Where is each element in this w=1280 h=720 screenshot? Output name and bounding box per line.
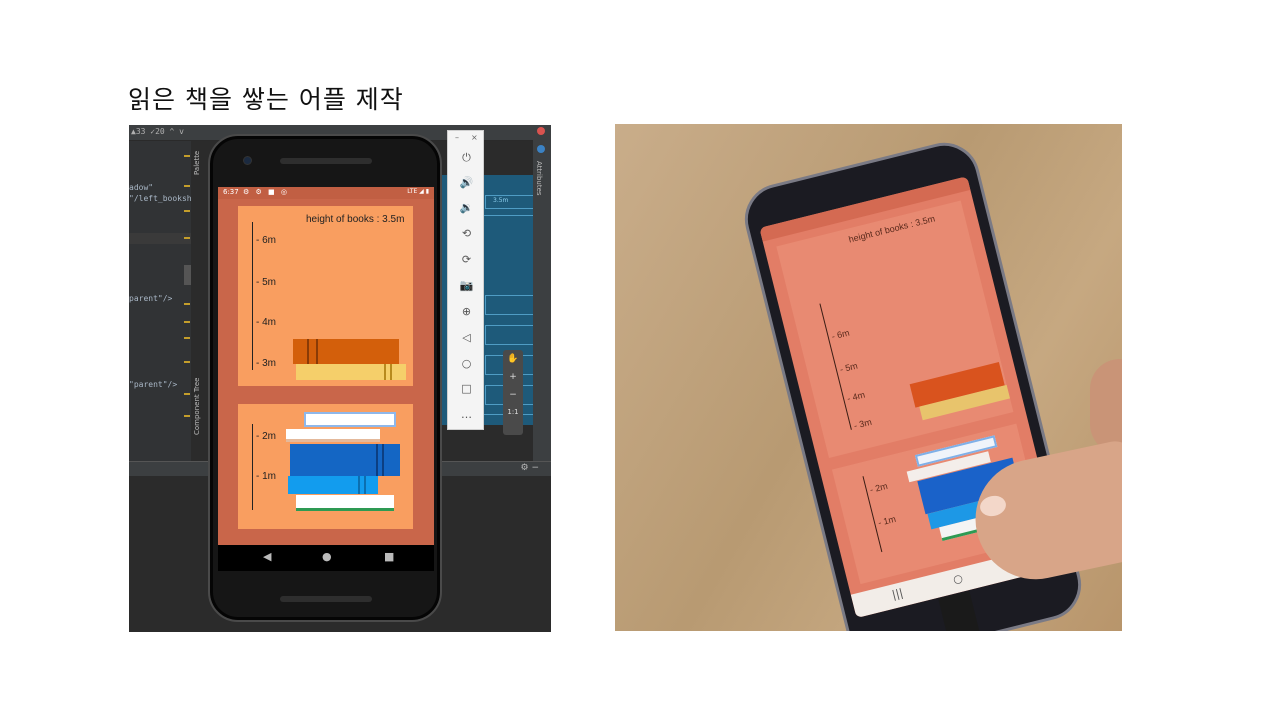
height-of-books-label: height of books : 3.5m bbox=[306, 214, 405, 225]
book-band bbox=[316, 339, 318, 364]
change-marker bbox=[184, 361, 190, 363]
book-white-green[interactable] bbox=[296, 495, 394, 511]
power-icon[interactable]: ⏻ bbox=[448, 151, 485, 165]
rotate-right-icon[interactable]: ⟳ bbox=[448, 253, 485, 266]
change-marker bbox=[184, 415, 190, 417]
pan-hand-icon[interactable]: ✋ bbox=[503, 354, 523, 364]
zoom-in-icon[interactable]: ⊕ bbox=[448, 305, 485, 318]
slide-title: 읽은 책을 쌓는 어플 제작 bbox=[128, 85, 404, 114]
mark-6m: - 6m bbox=[256, 235, 276, 246]
earpiece bbox=[280, 158, 372, 164]
status-time: 6:37 bbox=[223, 188, 239, 196]
height-of-books-label: height of books : 3.5m bbox=[847, 213, 936, 245]
status-icons: ⚙ ⚙ ■ ◎ bbox=[243, 188, 289, 196]
volume-down-icon[interactable]: 🔉 bbox=[448, 201, 485, 214]
book-white[interactable] bbox=[286, 429, 380, 442]
change-marker bbox=[184, 210, 190, 212]
overview-icon[interactable]: □ bbox=[448, 382, 485, 395]
android-studio-screenshot: ▲33 ✓20 ^ v adow" "/left_booksh parent"/… bbox=[129, 125, 551, 632]
status-bar: 6:37 ⚙ ⚙ ■ ◎ LTE ◢ ▮ bbox=[218, 187, 434, 199]
mark-6m: - 6m bbox=[830, 327, 851, 342]
book-blue-light[interactable] bbox=[288, 476, 378, 494]
emulator-screen[interactable]: 6:37 ⚙ ⚙ ■ ◎ LTE ◢ ▮ height of books : 3… bbox=[218, 187, 434, 545]
more-icon[interactable]: … bbox=[448, 408, 485, 421]
mark-4m: - 4m bbox=[846, 389, 866, 404]
mark-5m: - 5m bbox=[838, 360, 859, 375]
code-line: adow" bbox=[129, 183, 154, 192]
change-marker bbox=[184, 303, 190, 305]
bottom-speaker bbox=[280, 596, 372, 602]
emulator-toolbar: – × ⏻ 🔊 🔉 ⟲ ⟳ 📷 ⊕ ◁ ○ □ … bbox=[447, 130, 484, 430]
home-button[interactable]: ● bbox=[322, 550, 332, 563]
mark-3m: - 3m bbox=[256, 358, 276, 369]
recent-apps-button: ||| bbox=[890, 586, 905, 602]
change-marker bbox=[184, 237, 190, 239]
back-icon[interactable]: ◁ bbox=[448, 331, 485, 344]
change-marker bbox=[184, 321, 190, 323]
hand bbox=[1090, 359, 1122, 454]
book-band bbox=[358, 476, 360, 494]
mark-5m: - 5m bbox=[256, 277, 276, 288]
book-band bbox=[376, 444, 378, 476]
blueprint-label: 3.5m bbox=[493, 197, 509, 204]
book-white-blue[interactable] bbox=[304, 412, 396, 427]
minimize-button[interactable]: – bbox=[455, 133, 459, 142]
zoom-out-button[interactable]: − bbox=[503, 390, 523, 400]
code-line: "parent"/> bbox=[129, 380, 178, 389]
book-band bbox=[364, 476, 366, 494]
zoom-controls: ✋ + − 1:1 bbox=[503, 350, 523, 435]
emulator-phone-frame: 6:37 ⚙ ⚙ ■ ◎ LTE ◢ ▮ height of books : 3… bbox=[208, 134, 442, 622]
height-ruler bbox=[252, 424, 253, 510]
book-band bbox=[384, 364, 386, 380]
scroll-thumb[interactable] bbox=[184, 265, 191, 285]
book-orange[interactable] bbox=[293, 339, 399, 364]
back-button[interactable]: ◀ bbox=[263, 550, 271, 563]
shelf-top: height of books : 3.5m - 6m - 5m - 4m - … bbox=[238, 206, 413, 386]
component-tree-tab[interactable]: Component Tree bbox=[193, 365, 205, 435]
gear-icon[interactable]: ⚙ − bbox=[521, 463, 539, 473]
home-button: ○ bbox=[951, 571, 965, 587]
camera-icon[interactable]: 📷 bbox=[448, 279, 485, 292]
book-yellow[interactable] bbox=[296, 364, 406, 380]
change-marker bbox=[184, 337, 190, 339]
code-highlight bbox=[129, 233, 191, 244]
blueprint-box bbox=[485, 325, 535, 345]
home-icon[interactable]: ○ bbox=[448, 357, 485, 370]
book-blue-dark[interactable] bbox=[290, 444, 400, 476]
mark-4m: - 4m bbox=[256, 317, 276, 328]
mark-2m: - 2m bbox=[256, 431, 276, 442]
ide-warning-counts: ▲33 ✓20 ^ v bbox=[131, 127, 184, 136]
change-marker bbox=[184, 185, 190, 187]
navigation-bar: ◀ ● ■ bbox=[218, 545, 434, 571]
book-band bbox=[390, 364, 392, 380]
front-camera-icon bbox=[243, 156, 252, 165]
mark-3m: - 3m bbox=[852, 416, 873, 431]
change-marker bbox=[184, 393, 190, 395]
shelf-top: height of books : 3.5m - 6m - 5m - 4m - … bbox=[776, 200, 1014, 458]
device-photo: height of books : 3.5m - 6m - 5m - 4m - … bbox=[615, 124, 1122, 631]
rotate-left-icon[interactable]: ⟲ bbox=[448, 227, 485, 240]
attributes-tab[interactable]: Attributes bbox=[535, 161, 543, 196]
book-band bbox=[382, 444, 384, 476]
blueprint-box bbox=[485, 295, 535, 315]
zoom-ratio-button[interactable]: 1:1 bbox=[503, 408, 523, 416]
height-ruler bbox=[252, 222, 253, 370]
info-icon bbox=[537, 145, 545, 153]
mark-2m: - 2m bbox=[868, 480, 889, 495]
mark-1m: - 1m bbox=[256, 471, 276, 482]
change-marker bbox=[184, 155, 190, 157]
zoom-in-button[interactable]: + bbox=[503, 372, 523, 382]
volume-up-icon[interactable]: 🔊 bbox=[448, 176, 485, 189]
close-button[interactable]: × bbox=[471, 133, 478, 142]
shelf-bottom: - 2m - 1m bbox=[238, 404, 413, 529]
recent-apps-button[interactable]: ■ bbox=[384, 550, 394, 563]
error-icon bbox=[537, 127, 545, 135]
mark-1m: - 1m bbox=[877, 513, 897, 528]
code-line: parent"/> bbox=[129, 294, 173, 303]
book-band bbox=[307, 339, 309, 364]
signal-icons: LTE ◢ ▮ bbox=[407, 188, 429, 195]
code-line: "/left_booksh bbox=[129, 194, 192, 203]
palette-tab[interactable]: Palette bbox=[193, 135, 205, 175]
